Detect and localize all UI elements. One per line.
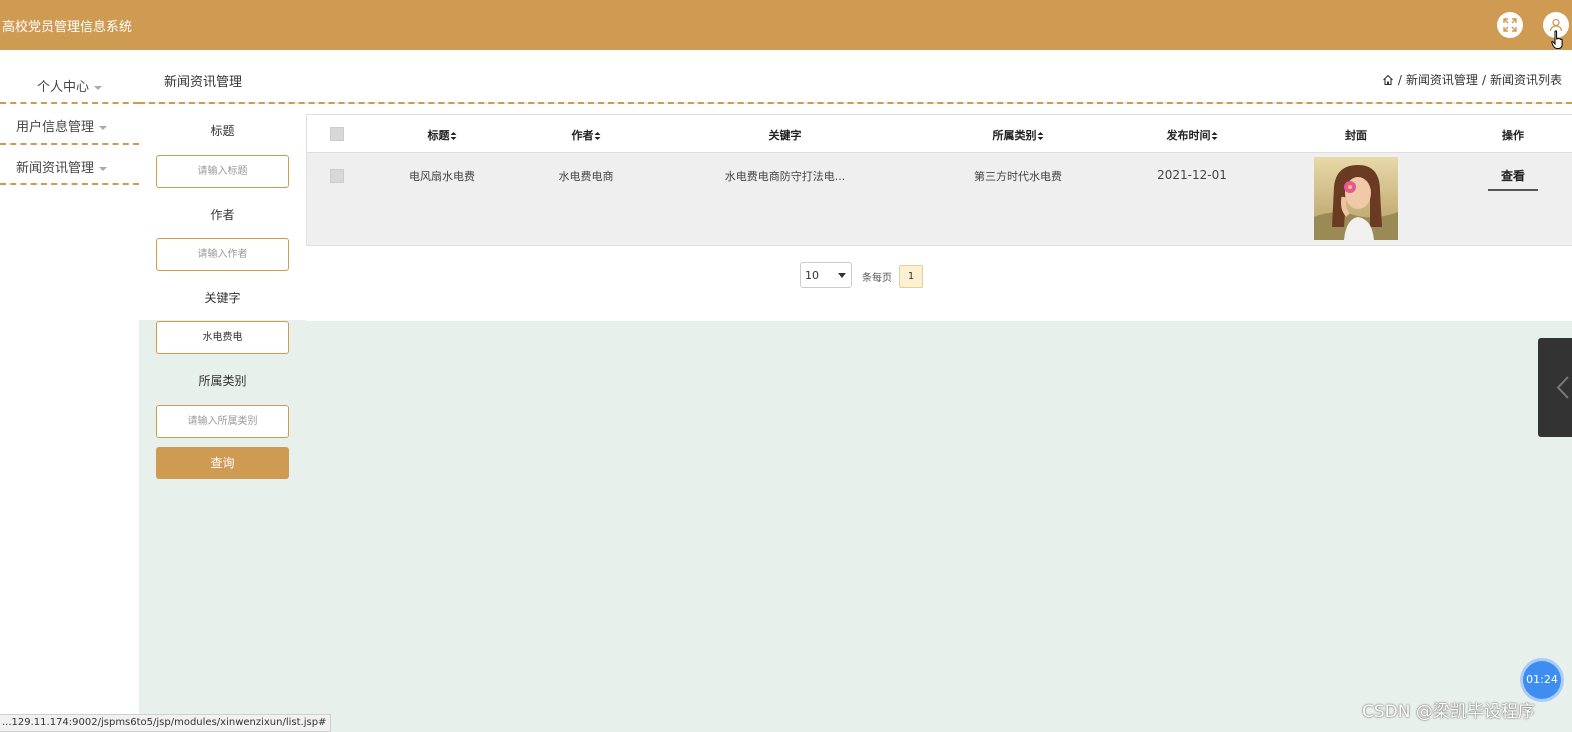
column-header-keyword: 关键字 (768, 129, 802, 142)
query-button[interactable]: 查询 (156, 447, 289, 479)
select-all-checkbox[interactable] (330, 127, 344, 141)
sidebar-item-label: 个人中心 (36, 80, 89, 95)
caret-down-icon (99, 125, 108, 130)
side-panel-toggle[interactable] (1538, 338, 1572, 437)
table-row: 电风扇水电费 水电费电商 水电费电商防守打法电... 第三方时代水电费 2021… (307, 153, 1572, 245)
news-table: 标题 作者 关键字 所属类别 发布时间 封面 操作 电风扇水电费 水电费电商 水… (306, 114, 1572, 246)
page-title: 新闻资讯管理 (164, 75, 243, 90)
sidebar-item-user-info[interactable]: 用户信息管理 (0, 116, 139, 135)
timer-badge: 01:24 (1523, 661, 1561, 699)
top-bar: 高校党员管理信息系统 (0, 0, 1572, 50)
fullscreen-button[interactable] (1497, 12, 1523, 38)
breadcrumb-separator: / (1397, 72, 1402, 87)
sidebar-item-personal-center[interactable]: 个人中心 (0, 76, 139, 95)
sort-icon (594, 131, 601, 141)
category-input[interactable]: 请输入所属类别 (156, 405, 289, 438)
author-label: 作者 (210, 208, 235, 222)
breadcrumb-separator: / (1481, 72, 1486, 87)
breadcrumb-item-list: 新闻资讯列表 (1489, 73, 1562, 87)
sort-icon (1211, 131, 1218, 141)
breadcrumb: / 新闻资讯管理 / 新闻资讯列表 (1382, 71, 1562, 88)
divider (0, 143, 139, 145)
cell-keyword: 水电费电商防守打法电... (724, 170, 846, 183)
sidebar-item-news[interactable]: 新闻资讯管理 (0, 157, 139, 176)
table-header: 标题 作者 关键字 所属类别 发布时间 封面 操作 (307, 115, 1572, 153)
sort-icon (1037, 131, 1044, 141)
sidebar-item-label: 用户信息管理 (16, 120, 95, 135)
column-header-category[interactable]: 所属类别 (993, 127, 1044, 143)
author-input[interactable]: 请输入作者 (156, 238, 289, 271)
app-title: 高校党员管理信息系统 (2, 20, 133, 35)
divider (0, 183, 139, 185)
cell-author: 水电费电商 (558, 170, 614, 183)
status-bar-url: ...129.11.174:9002/jspms6to5/jsp/modules… (0, 714, 332, 732)
cover-image (1314, 157, 1398, 240)
cell-date: 2021-12-01 (1157, 168, 1227, 182)
column-header-action: 操作 (1502, 129, 1524, 142)
breadcrumb-item-news[interactable]: 新闻资讯管理 (1406, 71, 1478, 88)
keyword-input[interactable]: 水电费电 (156, 321, 289, 354)
row-checkbox[interactable] (330, 169, 344, 183)
page-header (139, 50, 1572, 102)
caret-down-icon (94, 85, 102, 90)
chevron-left-icon (1556, 376, 1569, 399)
fullscreen-icon (1503, 18, 1517, 32)
column-header-cover: 封面 (1345, 129, 1367, 142)
watermark: CSDN @梁凯毕设程序 (1362, 702, 1535, 722)
cell-category: 第三方时代水电费 (974, 170, 1062, 183)
sidebar: 个人中心 用户信息管理 新闻资讯管理 (0, 50, 139, 730)
title-input[interactable]: 请输入标题 (156, 155, 289, 188)
page-size-value: 10 (805, 269, 819, 282)
mouse-cursor-icon (1551, 30, 1563, 49)
title-label: 标题 (210, 124, 235, 138)
caret-down-icon (99, 166, 108, 171)
view-button[interactable]: 查看 (1488, 163, 1538, 191)
cell-title: 电风扇水电费 (409, 170, 475, 183)
per-page-label: 条每页 (862, 273, 892, 284)
page-button-current[interactable]: 1 (899, 265, 923, 288)
chevron-down-icon (838, 273, 846, 278)
column-header-author[interactable]: 作者 (572, 127, 601, 143)
sidebar-item-label: 新闻资讯管理 (16, 161, 95, 176)
keyword-label: 关键字 (204, 291, 241, 305)
column-header-date[interactable]: 发布时间 (1167, 127, 1218, 143)
sort-icon (450, 131, 457, 141)
page-size-select[interactable]: 10 (800, 262, 852, 288)
category-label: 所属类别 (198, 374, 247, 388)
home-icon[interactable] (1382, 74, 1394, 86)
column-header-title[interactable]: 标题 (428, 127, 457, 143)
divider (0, 102, 139, 104)
